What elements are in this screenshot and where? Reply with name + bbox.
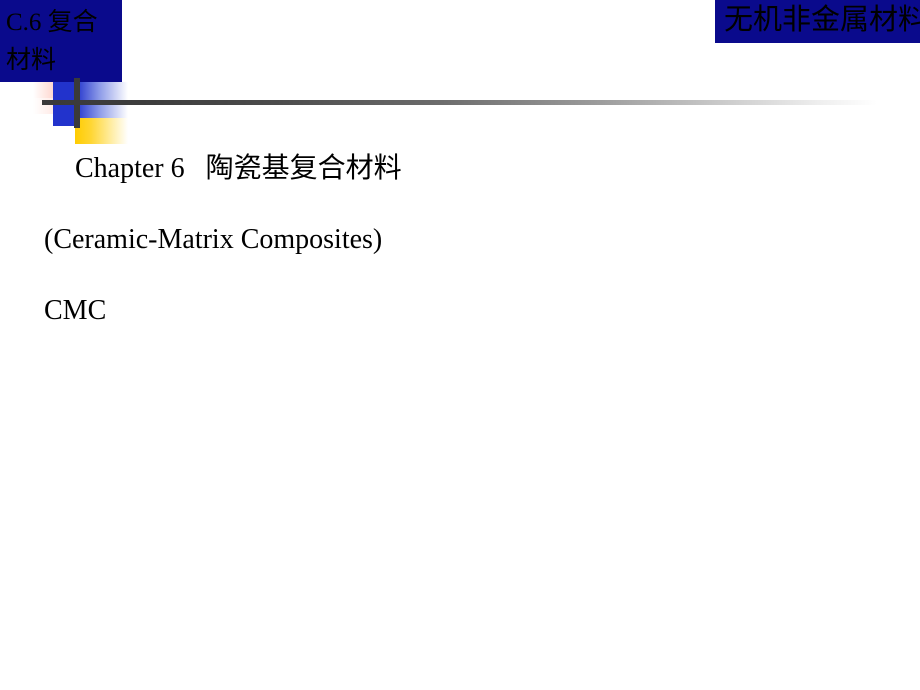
body-line-abbreviation: CMC bbox=[44, 295, 107, 326]
decorative-red-tail-block bbox=[33, 98, 91, 114]
slide-body: Chapter 6 陶瓷基复合材料 (Ceramic-Matrix Compos… bbox=[44, 152, 844, 365]
decorative-red-block bbox=[33, 82, 91, 114]
body-line-chapter-heading: Chapter 6 陶瓷基复合材料 bbox=[75, 153, 402, 184]
slide-title-text: C.6 复合材料 bbox=[6, 9, 98, 74]
decorative-blue-block-left bbox=[53, 104, 75, 126]
presentation-slide: C.6 复合材料 无机非金属材料 Chapter 6 陶瓷基复合材料 (Cera… bbox=[0, 0, 920, 690]
slide-banner-box: 无机非金属材料 bbox=[715, 0, 920, 43]
decorative-yellow-block bbox=[75, 118, 128, 144]
decorative-horizontal-rule bbox=[42, 100, 877, 105]
slide-title-box: C.6 复合材料 bbox=[0, 0, 122, 82]
slide-banner-text: 无机非金属材料 bbox=[724, 4, 920, 36]
decorative-blue-block-bottom bbox=[53, 104, 128, 126]
body-line-english-title: (Ceramic-Matrix Composites) bbox=[44, 224, 383, 255]
decorative-blue-block-top bbox=[53, 82, 128, 104]
decorative-vertical-bar bbox=[74, 78, 80, 128]
